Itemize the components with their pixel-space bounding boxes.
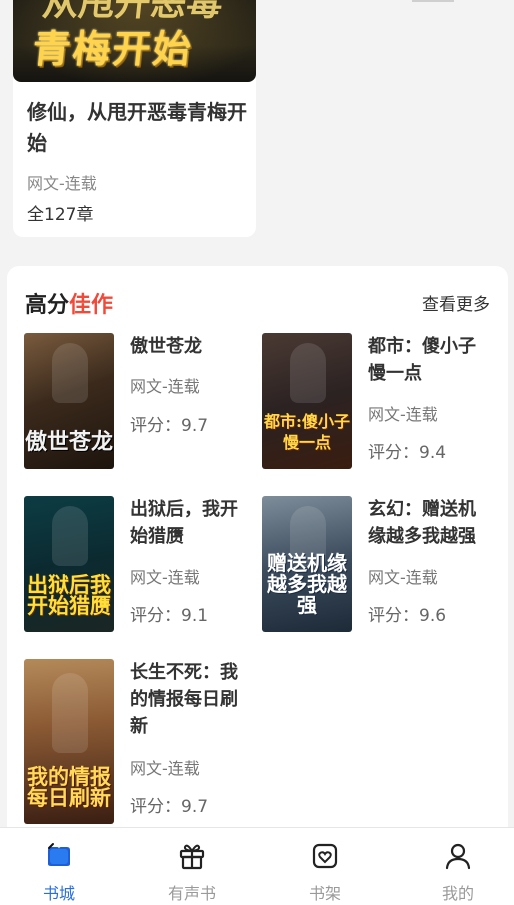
- cover-title-text: 出狱后我开始猎赝: [27, 572, 111, 618]
- book-cover[interactable]: 我的情报每日刷新: [24, 659, 114, 824]
- top-book-meta: 网文-连载: [27, 174, 97, 193]
- cover-title-text: 赠送机缘越多我越强: [267, 551, 347, 617]
- book-title[interactable]: 傲世苍龙: [130, 333, 246, 360]
- book-item[interactable]: 出狱后我开始猎赝 出狱后，我开始猎赝 网文-连载 评分：9.1: [24, 496, 254, 636]
- cover-title-text: 都市:傻小子慢一点: [264, 412, 350, 452]
- book-item[interactable]: 我的情报每日刷新 长生不死：我的情报每日刷新 网文-连载 评分：9.7: [24, 659, 254, 829]
- book-title[interactable]: 玄幻：赠送机缘越多我越强: [368, 496, 484, 550]
- book-item[interactable]: 傲世苍龙 傲世苍龙 网文-连载 评分：9.7: [24, 333, 254, 473]
- cover-text-line2: 青梅开始: [30, 26, 196, 71]
- book-meta: 网文-连载: [368, 405, 438, 424]
- profile-icon: [445, 843, 471, 870]
- cover-figure: [52, 506, 88, 566]
- bottom-nav: 书城 有声书 书架 我的: [0, 827, 514, 905]
- book-title[interactable]: 长生不死：我的情报每日刷新: [130, 659, 246, 740]
- book-score: 评分：9.7: [130, 797, 209, 817]
- nav-label: 书城: [42, 884, 75, 903]
- nav-item-bookshelf[interactable]: 书架: [275, 828, 375, 905]
- section-title-part2: 佳作: [69, 293, 114, 318]
- cover-figure: [52, 343, 88, 403]
- book-item[interactable]: 赠送机缘越多我越强 玄幻：赠送机缘越多我越强 网文-连载 评分：9.6: [262, 496, 492, 636]
- section-title-part1: 高分: [25, 293, 70, 318]
- book-meta: 网文-连载: [130, 377, 200, 396]
- high-score-section: 高分佳作 查看更多 傲世苍龙 傲世苍龙 网文-连载 评分：9.7 都市:傻小子慢…: [7, 266, 508, 846]
- view-more-link[interactable]: 查看更多: [422, 290, 490, 315]
- section-title: 高分佳作: [25, 287, 113, 319]
- top-book-cover[interactable]: 从甩开恶毒 青梅开始: [13, 0, 256, 82]
- cover-title-text: 傲世苍龙: [24, 429, 113, 455]
- nav-item-bookstore[interactable]: 书城: [9, 828, 109, 905]
- book-item[interactable]: 都市:傻小子慢一点 都市：傻小子慢一点 网文-连载 评分：9.4: [262, 333, 492, 473]
- cover-figure: [290, 343, 326, 403]
- book-meta: 网文-连载: [368, 568, 438, 587]
- book-title[interactable]: 都市：傻小子慢一点: [368, 333, 484, 387]
- book-score: 评分：9.1: [130, 606, 209, 626]
- partial-element: [412, 0, 454, 2]
- book-cover[interactable]: 赠送机缘越多我越强: [262, 496, 352, 632]
- top-book-title[interactable]: 修仙，从甩开恶毒青梅开始: [27, 97, 247, 159]
- book-score: 评分：9.7: [130, 416, 209, 436]
- nav-label: 我的: [441, 884, 474, 903]
- book-meta: 网文-连载: [130, 759, 200, 778]
- book-score: 评分：9.4: [368, 443, 447, 463]
- book-cover[interactable]: 都市:傻小子慢一点: [262, 333, 352, 469]
- cover-title-text: 我的情报每日刷新: [27, 764, 111, 810]
- book-meta: 网文-连载: [130, 568, 200, 587]
- top-book-card[interactable]: 从甩开恶毒 青梅开始 修仙，从甩开恶毒青梅开始 网文-连载 全127章: [13, 0, 256, 237]
- cover-figure: [52, 673, 88, 753]
- nav-label: 有声书: [167, 884, 216, 903]
- gift-icon: [179, 844, 205, 870]
- nav-item-profile[interactable]: 我的: [408, 828, 508, 905]
- bookshelf-heart-icon: [312, 843, 338, 869]
- nav-item-audiobook[interactable]: 有声书: [142, 828, 242, 905]
- book-title[interactable]: 出狱后，我开始猎赝: [130, 496, 246, 550]
- bookstore-icon: [48, 843, 70, 866]
- book-score: 评分：9.6: [368, 606, 447, 626]
- top-book-chapters: 全127章: [27, 205, 94, 225]
- nav-label: 书架: [308, 884, 341, 903]
- book-cover[interactable]: 出狱后我开始猎赝: [24, 496, 114, 632]
- book-cover[interactable]: 傲世苍龙: [24, 333, 114, 469]
